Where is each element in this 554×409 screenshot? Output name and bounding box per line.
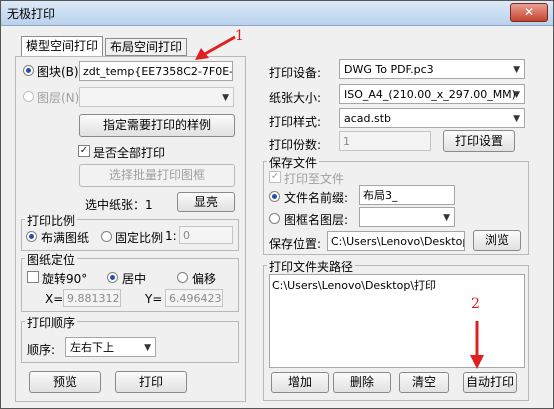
block-radio[interactable]	[23, 65, 34, 76]
fixed-scale-label: 固定比例	[115, 231, 164, 245]
scale-prefix: 1:	[165, 229, 177, 243]
order-combo[interactable]: 左右下上 ▼	[65, 337, 156, 357]
frame-layer-radio[interactable]	[269, 213, 280, 224]
fill-paper-label: 布满图纸	[41, 231, 90, 245]
position-group-title: 图纸定位	[25, 251, 78, 268]
browse-button[interactable]: 浏览	[473, 230, 521, 251]
layer-combo[interactable]: ▼	[79, 87, 234, 107]
fill-paper-radio[interactable]	[26, 231, 37, 242]
print-settings-button[interactable]: 打印设置	[443, 130, 515, 152]
annotation-number-2: 2	[471, 296, 480, 312]
save-location-label: 保存位置:	[269, 237, 322, 251]
order-label: 顺序:	[27, 343, 56, 357]
print-button[interactable]: 打印	[115, 371, 187, 393]
auto-print-button[interactable]: 自动打印	[463, 372, 517, 393]
frame-layer-label: 图框名图层:	[284, 213, 349, 227]
y-label: Y=	[145, 292, 163, 306]
print-style-value: acad.stb	[344, 112, 392, 125]
file-prefix-radio[interactable]	[269, 191, 280, 202]
window-title: 无极打印	[7, 7, 56, 21]
tab-layout-space-print[interactable]: 布局空间打印	[105, 38, 188, 56]
selected-paper-count: 选中纸张：1	[85, 198, 153, 212]
copies-input[interactable]: 1	[339, 131, 431, 151]
scale-value-input[interactable]: 0	[179, 226, 233, 244]
close-icon: ✕	[523, 5, 535, 19]
block-name-input[interactable]: zdt_temp{EE7358C2-7F0E-46B1	[79, 61, 233, 81]
rotate-checkbox[interactable]	[27, 271, 39, 283]
specify-sample-button[interactable]: 指定需要打印的样例	[79, 114, 235, 137]
chevron-down-icon: ▼	[222, 93, 229, 103]
annotation-arrow-2	[470, 321, 484, 369]
fixed-scale-radio[interactable]	[101, 231, 112, 242]
device-value: DWG To PDF.pc3	[344, 63, 434, 76]
preview-button[interactable]: 预览	[29, 371, 101, 393]
list-item[interactable]: C:\Users\Lenovo\Desktop\打印	[272, 277, 436, 293]
offset-label: 偏移	[192, 272, 217, 286]
print-to-file-label: 打印至文件	[284, 172, 345, 186]
center-label: 居中	[122, 272, 147, 286]
order-group-title: 打印顺序	[25, 314, 78, 331]
close-button[interactable]: ✕	[510, 3, 548, 22]
clear-button[interactable]: 清空	[399, 372, 449, 393]
x-label: X=	[45, 292, 64, 306]
order-combo-value: 左右下上	[70, 341, 114, 354]
block-radio-label: 图块(B)	[37, 65, 79, 79]
chevron-down-icon: ▼	[513, 114, 520, 124]
chevron-down-icon: ▼	[513, 65, 520, 75]
frame-layer-combo[interactable]: ▼	[359, 207, 455, 227]
print-all-checkbox[interactable]: ✓	[78, 145, 90, 157]
file-prefix-label: 文件名前缀:	[284, 191, 349, 205]
device-combo[interactable]: DWG To PDF.pc3 ▼	[339, 59, 525, 79]
scale-group-title: 打印比例	[25, 212, 78, 229]
save-file-group-title: 保存文件	[267, 154, 320, 171]
y-value-input[interactable]: 6.4964230	[165, 289, 223, 307]
paper-size-label: 纸张大小:	[269, 91, 322, 105]
select-batch-frames-button[interactable]: 选择批量打印图框	[79, 164, 235, 187]
copies-label: 打印份数:	[269, 138, 322, 152]
print-style-combo[interactable]: acad.stb ▼	[339, 108, 525, 128]
print-style-label: 打印样式:	[269, 115, 322, 129]
add-button[interactable]: 增加	[271, 372, 329, 393]
print-all-label: 是否全部打印	[93, 146, 166, 160]
rotate-label: 旋转90°	[42, 272, 88, 286]
delete-button[interactable]: 删除	[333, 372, 391, 393]
file-prefix-input[interactable]: 布局3_	[359, 185, 455, 205]
save-location-input[interactable]: C:\Users\Lenovo\Desktop\打	[327, 231, 465, 251]
chevron-down-icon: ▼	[513, 90, 520, 100]
x-value-input[interactable]: 9.8813129	[63, 289, 121, 307]
highlight-button[interactable]: 显亮	[177, 192, 235, 212]
print-to-file-checkbox[interactable]: ✓	[269, 171, 281, 183]
paper-size-combo[interactable]: ISO_A4_(210.00_x_297.00_MM) ▼	[339, 84, 525, 104]
paper-size-value: ISO_A4_(210.00_x_297.00_MM)	[344, 88, 516, 101]
layer-radio-label: 图层(N)	[37, 91, 80, 105]
folder-path-group-title: 打印文件夹路径	[267, 258, 356, 275]
layer-radio[interactable]	[23, 91, 34, 102]
offset-radio[interactable]	[177, 272, 188, 283]
title-bar: 无极打印 ✕	[1, 1, 553, 26]
tab-model-space-print[interactable]: 模型空间打印	[21, 36, 104, 57]
annotation-arrow-1	[195, 35, 236, 60]
print-dialog: 无极打印 ✕ 模型空间打印 布局空间打印 图块(B) zdt_temp{EE73…	[0, 0, 554, 409]
chevron-down-icon: ▼	[144, 343, 151, 353]
center-radio[interactable]	[107, 272, 118, 283]
device-label: 打印设备:	[269, 66, 322, 80]
chevron-down-icon: ▼	[443, 213, 450, 223]
